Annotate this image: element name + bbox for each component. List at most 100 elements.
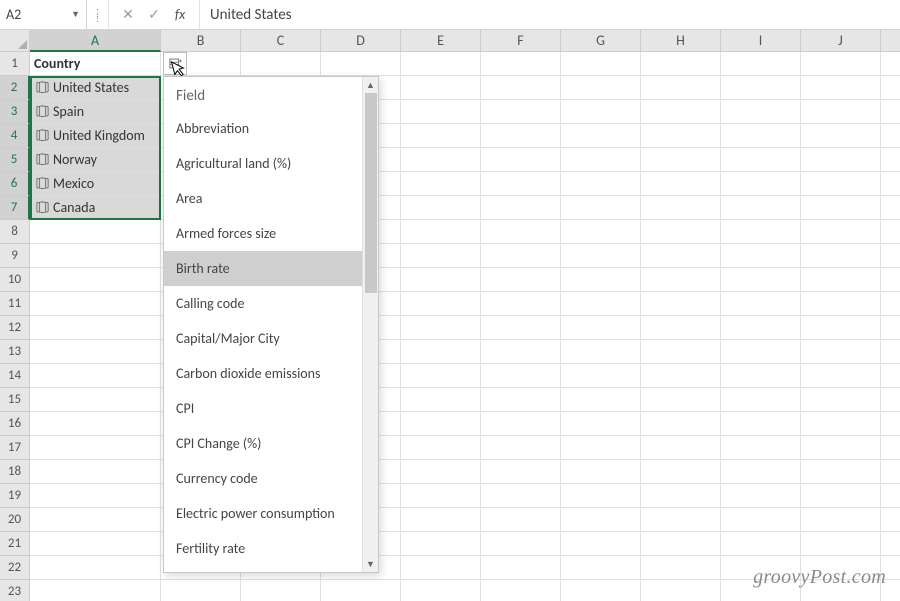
- cell-K10[interactable]: [881, 268, 900, 292]
- row-header-19[interactable]: 19: [0, 484, 30, 508]
- column-header-g[interactable]: G: [561, 30, 641, 52]
- cell-H10[interactable]: [641, 268, 721, 292]
- cell-H6[interactable]: [641, 172, 721, 196]
- cell-A22[interactable]: [30, 556, 161, 580]
- cell-E2[interactable]: [401, 76, 481, 100]
- cell-J19[interactable]: [801, 484, 881, 508]
- cell-E17[interactable]: [401, 436, 481, 460]
- confirm-button[interactable]: ✓: [141, 0, 167, 29]
- cell-A13[interactable]: [30, 340, 161, 364]
- cell-G13[interactable]: [561, 340, 641, 364]
- cell-J10[interactable]: [801, 268, 881, 292]
- scroll-thumb[interactable]: [365, 93, 377, 293]
- cell-H13[interactable]: [641, 340, 721, 364]
- row-header-2[interactable]: 2: [0, 76, 30, 100]
- cell-I19[interactable]: [721, 484, 801, 508]
- scroll-up-icon[interactable]: ▲: [363, 77, 378, 93]
- field-option[interactable]: Birth rate: [164, 251, 362, 286]
- cell-F16[interactable]: [481, 412, 561, 436]
- cell-I9[interactable]: [721, 244, 801, 268]
- cell-I11[interactable]: [721, 292, 801, 316]
- cell-J18[interactable]: [801, 460, 881, 484]
- cell-K20[interactable]: [881, 508, 900, 532]
- field-dropdown[interactable]: Field AbbreviationAgricultural land (%)A…: [163, 76, 379, 573]
- cell-F20[interactable]: [481, 508, 561, 532]
- cell-J4[interactable]: [801, 124, 881, 148]
- row-header-8[interactable]: 8: [0, 220, 30, 244]
- cell-F12[interactable]: [481, 316, 561, 340]
- row-header-23[interactable]: 23: [0, 580, 30, 601]
- cell-F10[interactable]: [481, 268, 561, 292]
- cell-E6[interactable]: [401, 172, 481, 196]
- cell-A10[interactable]: [30, 268, 161, 292]
- cell-K3[interactable]: [881, 100, 900, 124]
- cell-I3[interactable]: [721, 100, 801, 124]
- cell-E23[interactable]: [401, 580, 481, 601]
- cell-K19[interactable]: [881, 484, 900, 508]
- cell-H15[interactable]: [641, 388, 721, 412]
- row-header-20[interactable]: 20: [0, 508, 30, 532]
- field-option[interactable]: Armed forces size: [164, 216, 362, 251]
- cell-J21[interactable]: [801, 532, 881, 556]
- cell-A12[interactable]: [30, 316, 161, 340]
- cell-A7[interactable]: Canada: [30, 196, 161, 220]
- cell-E13[interactable]: [401, 340, 481, 364]
- cell-F4[interactable]: [481, 124, 561, 148]
- cell-C1[interactable]: [241, 52, 321, 76]
- cell-H12[interactable]: [641, 316, 721, 340]
- cell-G2[interactable]: [561, 76, 641, 100]
- cell-H1[interactable]: [641, 52, 721, 76]
- cell-H7[interactable]: [641, 196, 721, 220]
- field-option[interactable]: CPI Change (%): [164, 426, 362, 461]
- cell-K11[interactable]: [881, 292, 900, 316]
- cell-E22[interactable]: [401, 556, 481, 580]
- cell-I2[interactable]: [721, 76, 801, 100]
- cell-J1[interactable]: [801, 52, 881, 76]
- insert-data-button[interactable]: [163, 52, 187, 75]
- cell-F7[interactable]: [481, 196, 561, 220]
- cell-G23[interactable]: [561, 580, 641, 601]
- cell-I17[interactable]: [721, 436, 801, 460]
- cell-G5[interactable]: [561, 148, 641, 172]
- field-option[interactable]: Abbreviation: [164, 111, 362, 146]
- cell-J15[interactable]: [801, 388, 881, 412]
- column-header-b[interactable]: B: [161, 30, 241, 52]
- cell-K7[interactable]: [881, 196, 900, 220]
- field-option[interactable]: Calling code: [164, 286, 362, 321]
- scroll-down-icon[interactable]: ▼: [363, 556, 378, 572]
- cell-K13[interactable]: [881, 340, 900, 364]
- cell-E5[interactable]: [401, 148, 481, 172]
- field-option[interactable]: Agricultural land (%): [164, 146, 362, 181]
- cell-F23[interactable]: [481, 580, 561, 601]
- cell-A6[interactable]: Mexico: [30, 172, 161, 196]
- cell-G22[interactable]: [561, 556, 641, 580]
- cell-G4[interactable]: [561, 124, 641, 148]
- cell-I21[interactable]: [721, 532, 801, 556]
- cell-A23[interactable]: [30, 580, 161, 601]
- column-header-h[interactable]: H: [641, 30, 721, 52]
- column-header-a[interactable]: A: [30, 30, 161, 52]
- cell-G7[interactable]: [561, 196, 641, 220]
- cell-H4[interactable]: [641, 124, 721, 148]
- cell-K6[interactable]: [881, 172, 900, 196]
- cell-E21[interactable]: [401, 532, 481, 556]
- cell-E14[interactable]: [401, 364, 481, 388]
- cell-F21[interactable]: [481, 532, 561, 556]
- row-header-1[interactable]: 1: [0, 52, 30, 76]
- name-box[interactable]: A2 ▼: [0, 0, 87, 29]
- dropdown-scrollbar[interactable]: ▲ ▼: [362, 77, 378, 572]
- cell-J3[interactable]: [801, 100, 881, 124]
- cell-G14[interactable]: [561, 364, 641, 388]
- cell-H9[interactable]: [641, 244, 721, 268]
- field-option[interactable]: CPI: [164, 391, 362, 426]
- row-header-3[interactable]: 3: [0, 100, 30, 124]
- cell-I8[interactable]: [721, 220, 801, 244]
- cell-F1[interactable]: [481, 52, 561, 76]
- cell-E15[interactable]: [401, 388, 481, 412]
- cell-K14[interactable]: [881, 364, 900, 388]
- cell-I5[interactable]: [721, 148, 801, 172]
- row-header-4[interactable]: 4: [0, 124, 30, 148]
- cell-A19[interactable]: [30, 484, 161, 508]
- row-header-9[interactable]: 9: [0, 244, 30, 268]
- cell-F8[interactable]: [481, 220, 561, 244]
